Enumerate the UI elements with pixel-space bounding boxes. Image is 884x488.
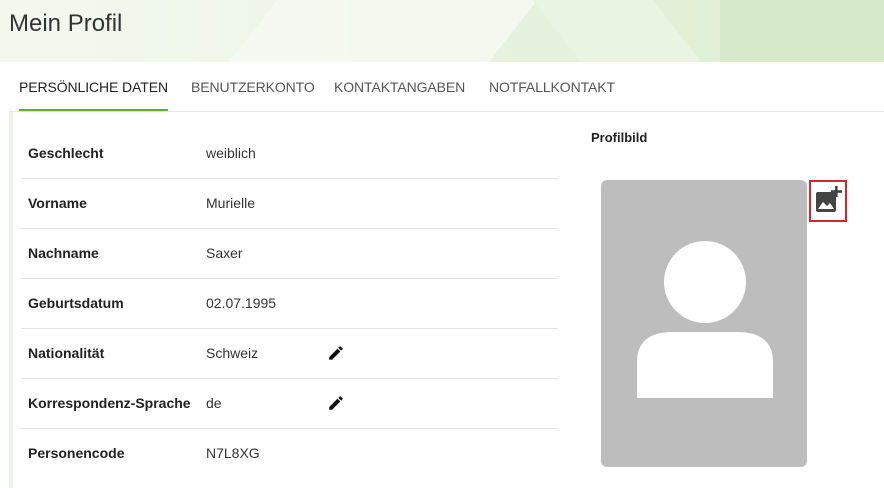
table-row-nationalitaet: Nationalität Schweiz [21, 328, 558, 379]
field-value: Saxer [206, 245, 243, 261]
header-decoration [720, 0, 884, 62]
table-row-vorname: Vorname Murielle [21, 178, 558, 229]
field-label: Vorname [28, 195, 87, 211]
field-label: Nachname [28, 245, 99, 261]
field-value: Schweiz [206, 345, 259, 361]
pencil-icon[interactable] [327, 344, 345, 362]
field-label: Nationalität [28, 345, 105, 361]
table-row-geschlecht: Geschlecht weiblich [21, 128, 558, 179]
table-row-nachname: Nachname Saxer [21, 228, 558, 279]
table-row-korrespondenz-sprache: Korrespondenz-Sprache de [21, 378, 558, 429]
field-value: N7L8XG [206, 445, 260, 461]
table-row-personencode: Personencode N7L8XG [21, 428, 558, 478]
add-photo-button[interactable] [809, 180, 847, 222]
field-label: Geschlecht [28, 145, 104, 161]
page-header: Mein Profil [0, 0, 884, 62]
profile-photo-title: Profilbild [591, 130, 648, 145]
tab-benutzerkonto[interactable]: BENUTZERKONTO [191, 63, 315, 111]
field-value: de [206, 395, 222, 411]
field-value: 02.07.1995 [206, 295, 277, 311]
field-value: weiblich [206, 145, 256, 161]
pencil-icon[interactable] [327, 394, 345, 412]
field-label: Personencode [28, 445, 125, 461]
add-photo-icon [816, 186, 842, 212]
tab-notfallkontakt[interactable]: NOTFALLKONTAKT [489, 63, 615, 111]
table-row-geburtsdatum: Geburtsdatum 02.07.1995 [21, 278, 558, 329]
tab-bar: PERSÖNLICHE DATEN BENUTZERKONTO KONTAKTA… [9, 63, 884, 112]
person-placeholder-icon [637, 241, 773, 398]
field-label: Korrespondenz-Sprache [28, 395, 191, 411]
field-label: Geburtsdatum [28, 295, 124, 311]
header-decoration [517, 0, 723, 62]
header-decoration [207, 0, 553, 62]
page-title: Mein Profil [9, 10, 123, 37]
tab-persoenliche-daten[interactable]: PERSÖNLICHE DATEN [19, 63, 168, 111]
profile-photo-placeholder [601, 180, 807, 467]
tab-kontaktangaben[interactable]: KONTAKTANGABEN [334, 63, 465, 111]
field-value: Murielle [206, 195, 256, 211]
